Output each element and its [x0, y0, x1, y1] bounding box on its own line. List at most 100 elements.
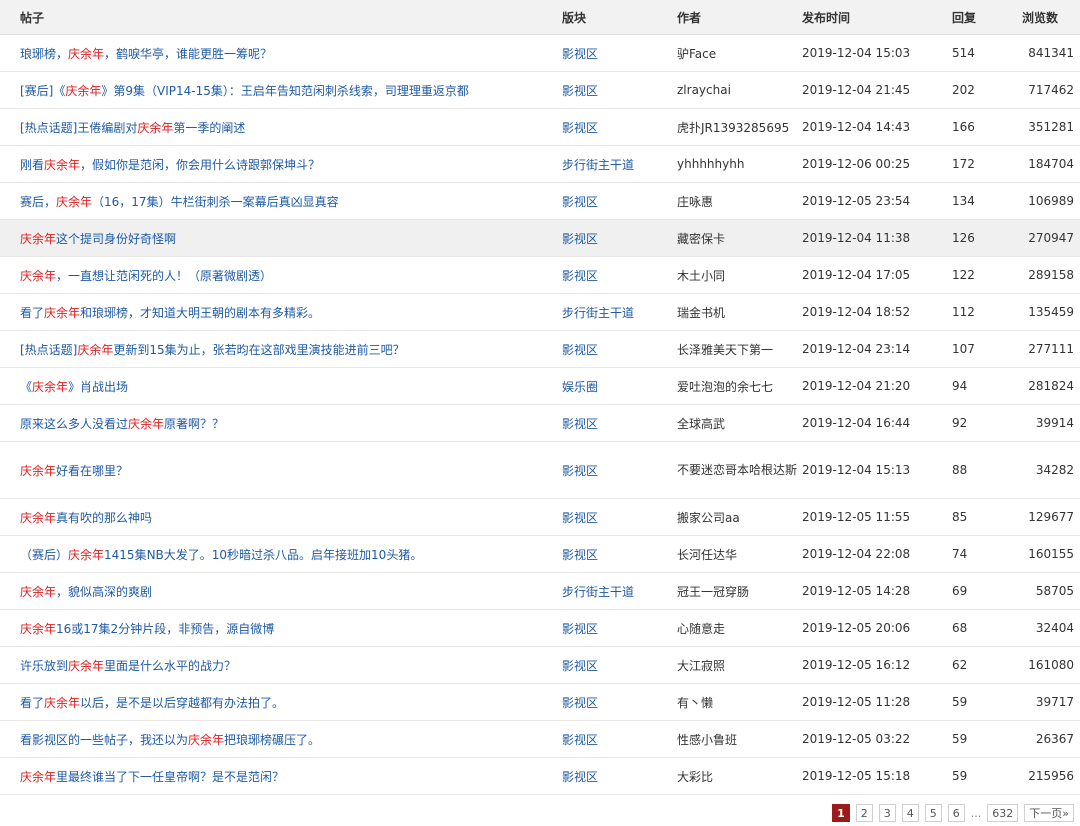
table-row[interactable]: （赛后）庆余年1415集NB大发了。10秒暗过杀八品。启年接班加10头猪。 影视区… — [0, 535, 1080, 573]
thread-title-link[interactable]: 庆余年，貌似高深的爽剧 — [20, 585, 152, 599]
thread-title-link[interactable]: 看了庆余年以后，是不是以后穿越都有办法拍了。 — [20, 696, 284, 710]
thread-title-link[interactable]: 琅琊榜，庆余年，鹤唳华亭，谁能更胜一筹呢？ — [20, 47, 272, 61]
author-name[interactable]: 虎扑JR1393285695 — [677, 121, 789, 135]
board-link[interactable]: 影视区 — [562, 464, 598, 478]
author-name[interactable]: 全球高武 — [677, 417, 725, 431]
author-name[interactable]: yhhhhhyhh — [677, 157, 744, 171]
table-row[interactable]: [热点话题]庆余年更新到15集为止，张若昀在这部戏里演技能进前三吧？ 影视区 长泽雅… — [0, 330, 1080, 368]
board-link-cell: 影视区 — [562, 256, 677, 294]
author-name-cell: 全球高武 — [677, 404, 802, 442]
table-row[interactable]: [热点话题]王倦编剧对庆余年第一季的阐述 影视区 虎扑JR1393285695 201… — [0, 108, 1080, 146]
thread-title-link[interactable]: 原来这么多人没看过庆余年原著啊？？ — [20, 417, 224, 431]
table-row[interactable]: 许乐放到庆余年里面是什么水平的战力？ 影视区 大江寂照 2019-12-05 16:1… — [0, 646, 1080, 684]
board-link[interactable]: 影视区 — [562, 269, 598, 283]
page-button[interactable]: 4 — [901, 804, 919, 822]
thread-title-link[interactable]: [热点话题]庆余年更新到15集为止，张若昀在这部戏里演技能进前三吧？ — [20, 343, 405, 357]
table-row[interactable]: 《庆余年》肖战出场 娱乐圈 爱吐泡泡的余七七 2019-12-04 21:20 94 28… — [0, 367, 1080, 405]
post-time-cell: 2019-12-05 11:55 — [802, 498, 952, 536]
board-link[interactable]: 步行街主干道 — [562, 585, 634, 599]
author-name[interactable]: 瑞金书机 — [677, 306, 725, 320]
thread-title-link[interactable]: 庆余年这个提司身份好奇怪啊 — [20, 232, 176, 246]
board-link[interactable]: 影视区 — [562, 121, 598, 135]
author-name[interactable]: 大江寂照 — [677, 659, 725, 673]
board-link[interactable]: 影视区 — [562, 232, 598, 246]
author-name[interactable]: 长泽雅美天下第一 — [677, 343, 773, 357]
board-link[interactable]: 影视区 — [562, 696, 598, 710]
page-button[interactable]: 1 — [832, 804, 850, 822]
thread-title-link[interactable]: 看影视区的一些帖子，我还以为庆余年把琅琊榜碾压了。 — [20, 733, 320, 747]
thread-title-link[interactable]: 庆余年好看在哪里？ — [20, 464, 128, 478]
thread-title-link[interactable]: [热点话题]王倦编剧对庆余年第一季的阐述 — [20, 121, 245, 135]
table-row[interactable]: 刚看庆余年，假如你是范闲，你会用什么诗跟郭保坤斗？ 步行街主干道 yhhhhhyhh… — [0, 145, 1080, 183]
thread-title-link[interactable]: 庆余年16或17集2分钟片段，非预告，源自微博 — [20, 622, 274, 636]
table-row[interactable]: 庆余年，貌似高深的爽剧 步行街主干道 冠王一冠穿肠 2019-12-05 14:28 6… — [0, 572, 1080, 610]
page-button[interactable]: 5 — [924, 804, 942, 822]
board-link[interactable]: 影视区 — [562, 511, 598, 525]
author-name[interactable]: 有丶懒 — [677, 696, 713, 710]
board-link[interactable]: 影视区 — [562, 47, 598, 61]
view-count-cell: 184704 — [1022, 145, 1080, 183]
author-name[interactable]: 木土小同 — [677, 269, 725, 283]
page-button[interactable]: 3 — [878, 804, 896, 822]
thread-title-link[interactable]: 庆余年里最终谁当了下一任皇帝啊？是不是范闲？ — [20, 770, 284, 784]
board-link[interactable]: 影视区 — [562, 343, 598, 357]
post-time-cell: 2019-12-04 22:08 — [802, 535, 952, 573]
table-row[interactable]: 庆余年，一直想让范闲死的人！（原著微剧透） 影视区 木土小同 2019-12-04 1… — [0, 256, 1080, 294]
board-link[interactable]: 影视区 — [562, 770, 598, 784]
table-row[interactable]: 琅琊榜，庆余年，鹤唳华亭，谁能更胜一筹呢？ 影视区 驴Face 2019-12-04 … — [0, 34, 1080, 72]
table-row[interactable]: 庆余年真有吹的那么神吗 影视区 搬家公司aa 2019-12-05 11:55 85 12… — [0, 498, 1080, 536]
board-link[interactable]: 影视区 — [562, 417, 598, 431]
view-count-cell: 351281 — [1022, 108, 1080, 146]
board-link[interactable]: 影视区 — [562, 84, 598, 98]
author-name[interactable]: 藏密保卡 — [677, 232, 725, 246]
thread-title-link[interactable]: （赛后）庆余年1415集NB大发了。10秒暗过杀八品。启年接班加10头猪。 — [20, 548, 422, 562]
table-row[interactable]: 看影视区的一些帖子，我还以为庆余年把琅琊榜碾压了。 影视区 性感小鲁班 2019-12… — [0, 720, 1080, 758]
author-name[interactable]: 冠王一冠穿肠 — [677, 585, 749, 599]
table-row[interactable]: 庆余年里最终谁当了下一任皇帝啊？是不是范闲？ 影视区 大彩比 2019-12-05 1… — [0, 757, 1080, 795]
post-time: 2019-12-04 17:05 — [802, 268, 911, 282]
table-row[interactable]: 赛后，庆余年（16，17集）牛栏街刺杀一案幕后真凶显真容 影视区 庄咏惠 2019-1… — [0, 182, 1080, 220]
board-link[interactable]: 影视区 — [562, 548, 598, 562]
author-name[interactable]: 心随意走 — [677, 622, 725, 636]
board-link[interactable]: 娱乐圈 — [562, 380, 598, 394]
table-row[interactable]: 庆余年这个提司身份好奇怪啊 影视区 藏密保卡 2019-12-04 11:38 126 2… — [0, 219, 1080, 257]
table-row[interactable]: 原来这么多人没看过庆余年原著啊？？ 影视区 全球高武 2019-12-04 16:44… — [0, 404, 1080, 442]
author-name[interactable]: 大彩比 — [677, 770, 713, 784]
table-row[interactable]: 看了庆余年和琅琊榜，才知道大明王朝的剧本有多精彩。 步行街主干道 瑞金书机 2019-… — [0, 293, 1080, 331]
thread-title-link[interactable]: 看了庆余年和琅琊榜，才知道大明王朝的剧本有多精彩。 — [20, 306, 320, 320]
thread-title-link[interactable]: 庆余年真有吹的那么神吗 — [20, 511, 152, 525]
table-row[interactable]: [赛后]《庆余年》第9集（VIP14-15集）：王启年告知范闲刺杀线索，司理理重… — [0, 71, 1080, 109]
reply-count-cell: 166 — [952, 108, 1022, 146]
thread-title-link[interactable]: 《庆余年》肖战出场 — [20, 380, 128, 394]
author-name[interactable]: 庄咏惠 — [677, 195, 713, 209]
board-link[interactable]: 影视区 — [562, 733, 598, 747]
author-name[interactable]: 性感小鲁班 — [677, 733, 737, 747]
next-page-button[interactable]: 下一页» — [1024, 804, 1074, 822]
thread-title-link[interactable]: 刚看庆余年，假如你是范闲，你会用什么诗跟郭保坤斗？ — [20, 158, 320, 172]
page-button[interactable]: 6 — [947, 804, 965, 822]
board-link[interactable]: 影视区 — [562, 659, 598, 673]
thread-title-link[interactable]: [赛后]《庆余年》第9集（VIP14-15集）：王启年告知范闲刺杀线索，司理理重… — [20, 84, 469, 98]
last-page-button[interactable]: 632 — [987, 804, 1019, 822]
thread-title-link[interactable]: 赛后，庆余年（16，17集）牛栏街刺杀一案幕后真凶显真容 — [20, 195, 339, 209]
thread-title-link[interactable]: 许乐放到庆余年里面是什么水平的战力？ — [20, 659, 236, 673]
author-name[interactable]: 爱吐泡泡的余七七 — [677, 380, 773, 394]
board-link[interactable]: 步行街主干道 — [562, 306, 634, 320]
author-name[interactable]: 长河任达华 — [677, 548, 737, 562]
reply-count: 59 — [952, 732, 968, 746]
board-link[interactable]: 步行街主干道 — [562, 158, 634, 172]
author-name[interactable]: zlraychai — [677, 83, 731, 97]
page-button[interactable]: 2 — [855, 804, 873, 822]
board-link[interactable]: 影视区 — [562, 195, 598, 209]
table-row[interactable]: 看了庆余年以后，是不是以后穿越都有办法拍了。 影视区 有丶懒 2019-12-05 1… — [0, 683, 1080, 721]
thread-title-cell: 庆余年这个提司身份好奇怪啊 — [0, 219, 562, 257]
reply-count: 202 — [952, 83, 975, 97]
thread-title-link[interactable]: 庆余年，一直想让范闲死的人！（原著微剧透） — [20, 269, 272, 283]
table-row[interactable]: 庆余年16或17集2分钟片段，非预告，源自微博 影视区 心随意走 2019-12-05… — [0, 609, 1080, 647]
board-link[interactable]: 影视区 — [562, 622, 598, 636]
table-row[interactable]: 庆余年好看在哪里？ 影视区 不要迷恋哥本哈根达斯 2019-12-04 15:13 88… — [0, 441, 1080, 499]
author-name[interactable]: 驴Face — [677, 47, 716, 61]
author-name[interactable]: 搬家公司aa — [677, 511, 740, 525]
thread-rows: 琅琊榜，庆余年，鹤唳华亭，谁能更胜一筹呢？ 影视区 驴Face 2019-12-04 … — [0, 34, 1080, 795]
author-name[interactable]: 不要迷恋哥本哈根达斯 — [677, 463, 797, 477]
